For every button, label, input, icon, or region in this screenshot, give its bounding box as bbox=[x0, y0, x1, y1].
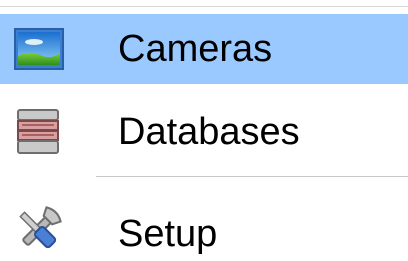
menu-separator-highlight bbox=[96, 177, 408, 178]
menu-item-cameras[interactable]: Cameras bbox=[0, 14, 408, 84]
menu-item-label: Setup bbox=[118, 213, 218, 255]
menu-item-label: Databases bbox=[118, 111, 300, 153]
menu-item-databases[interactable]: Databases bbox=[0, 98, 408, 164]
menu-item-setup[interactable]: Setup bbox=[0, 196, 408, 261]
context-menu: Cameras Databases Setup bbox=[0, 0, 408, 261]
camera-image-icon bbox=[14, 28, 64, 70]
database-stack-icon bbox=[16, 108, 60, 156]
tools-wrench-screwdriver-icon bbox=[12, 204, 64, 256]
menu-item-label: Cameras bbox=[118, 28, 273, 70]
menu-top-border bbox=[0, 6, 408, 7]
